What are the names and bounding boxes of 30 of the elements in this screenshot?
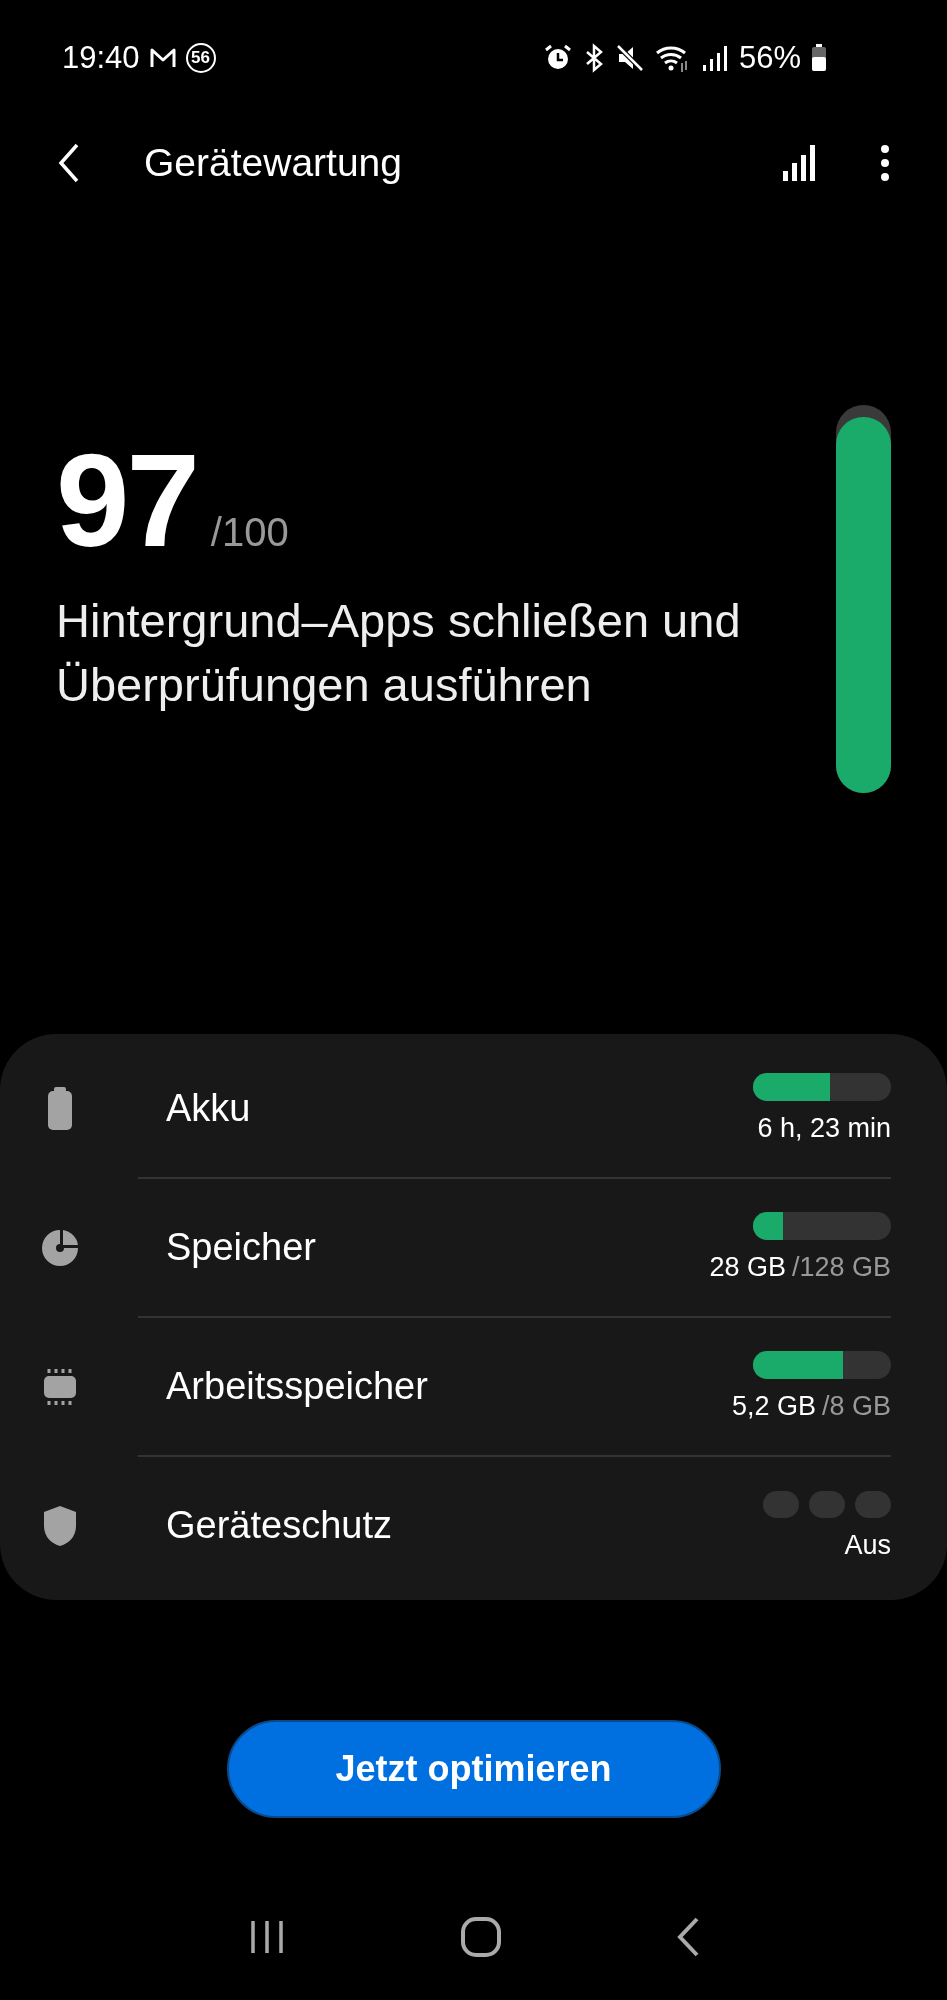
score-value: 97 — [56, 435, 197, 567]
battery-icon — [46, 1086, 74, 1131]
screen-title: Gerätewartung — [144, 141, 402, 185]
list-item[interactable]: Speicher 28 GB /128 GB — [138, 1179, 891, 1318]
home-icon — [459, 1916, 502, 1958]
mail-icon — [149, 47, 176, 69]
battery-icon — [811, 44, 827, 72]
list-item[interactable]: Geräteschutz Aus — [138, 1457, 891, 1594]
item-reading: 6 h, 23 min — [757, 1113, 891, 1143]
score-max: /100 — [210, 510, 289, 555]
item-reading: 28 GB — [709, 1252, 786, 1282]
list-item[interactable]: Arbeitsspeicher 5,2 GB /8 GB — [138, 1318, 891, 1457]
bar-chart-icon — [781, 143, 817, 183]
list-item[interactable]: Akku 6 h, 23 min — [138, 1040, 891, 1179]
item-total: /128 GB — [791, 1252, 891, 1282]
item-total: /8 GB — [821, 1391, 891, 1421]
shield-icon — [43, 1504, 77, 1547]
mute-icon — [614, 43, 645, 73]
memory-chip-icon — [42, 1366, 78, 1407]
item-reading: 5,2 GB — [731, 1391, 816, 1421]
clock-time: 19:40 — [62, 40, 140, 76]
battery-percent: 56% — [738, 40, 801, 76]
signal-icon — [700, 43, 729, 73]
notification-badge: 56 — [185, 43, 216, 73]
back-icon — [58, 143, 80, 183]
status-message: Hintergrund–Apps schließen und Überprüfungen ausführen — [56, 593, 742, 713]
item-reading: Aus — [844, 1529, 891, 1560]
pie-chart-icon — [40, 1227, 80, 1268]
more-icon — [879, 143, 891, 183]
optimize-button[interactable]: Jetzt optimieren — [226, 1720, 721, 1818]
